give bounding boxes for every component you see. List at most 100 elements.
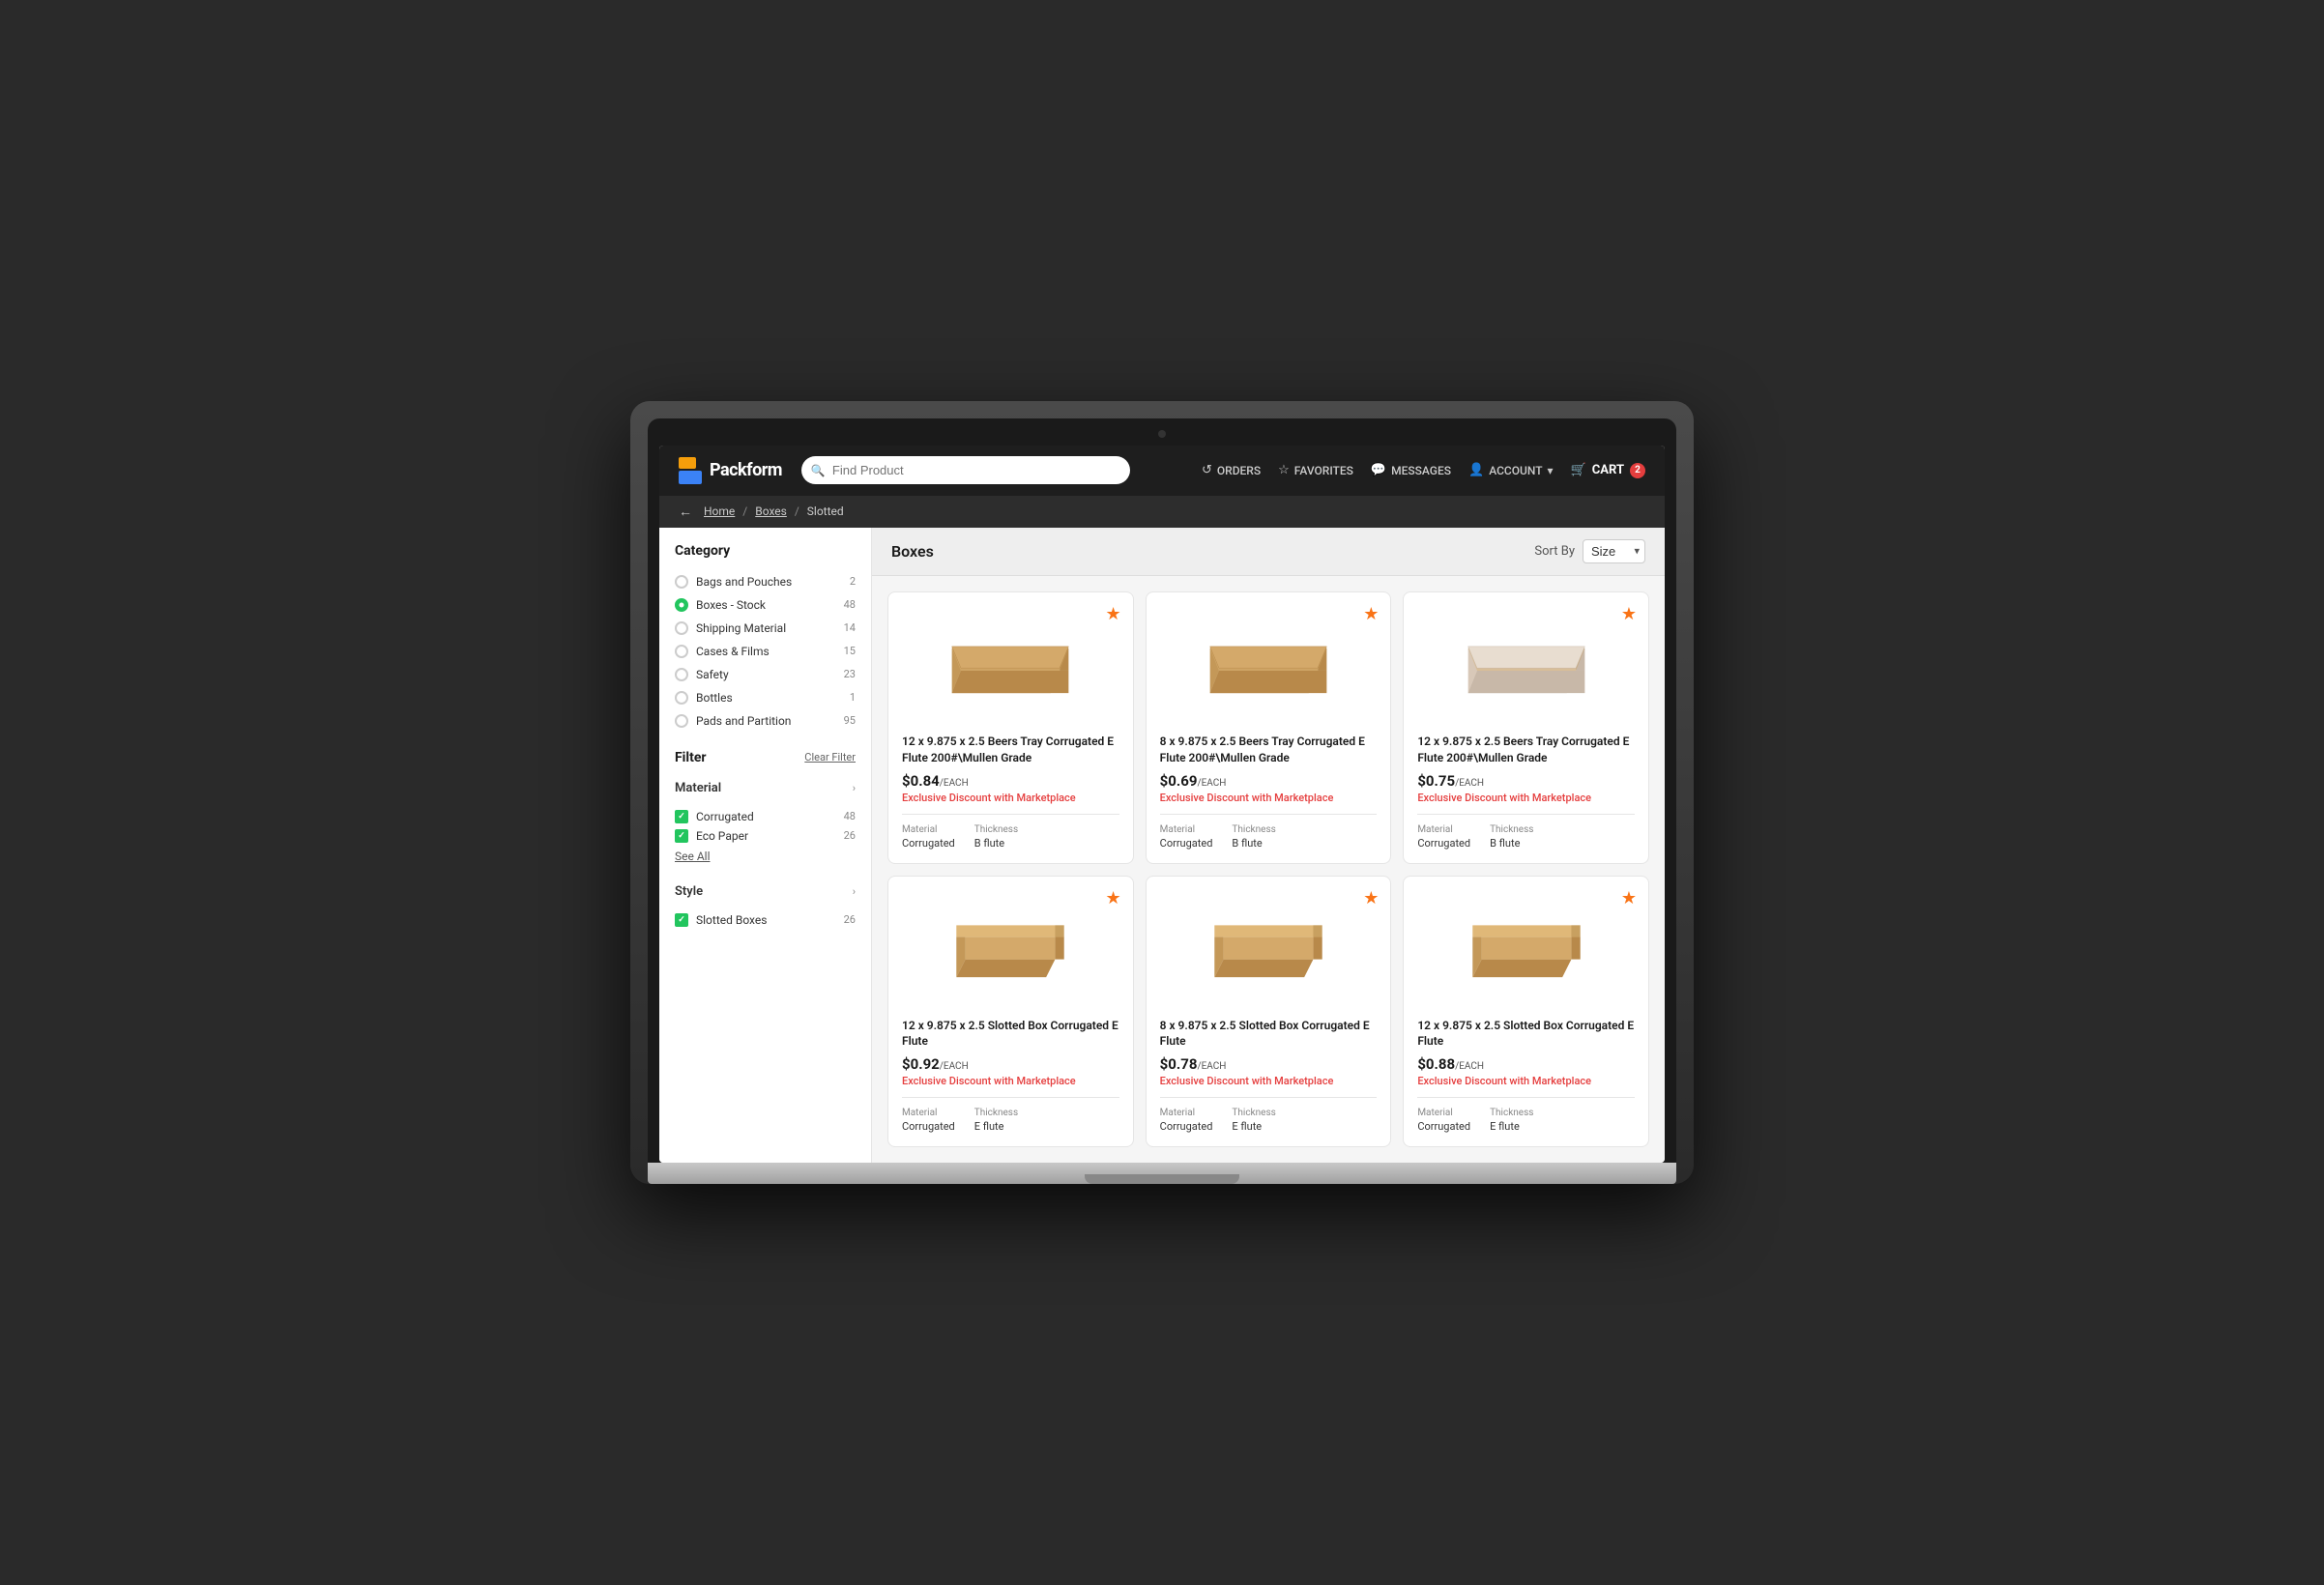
material-label: Material xyxy=(1417,824,1470,835)
product-spec-material: Material Corrugated xyxy=(1417,824,1470,850)
breadcrumb-home[interactable]: Home xyxy=(704,504,735,518)
product-spec-thickness: Thickness E flute xyxy=(1232,1108,1275,1133)
nav-cart[interactable]: 🛒 CART 2 xyxy=(1571,463,1645,478)
category-radio xyxy=(675,668,688,681)
product-specs: MaterialCorrugatedThicknessB flute xyxy=(1160,824,1378,850)
material-filter: Material › Corrugated 48 Eco Paper26 See A… xyxy=(675,777,856,867)
category-item[interactable]: Bags and Pouches2 xyxy=(675,570,856,593)
favorites-icon: ☆ xyxy=(1278,463,1290,477)
favorite-star-icon[interactable]: ★ xyxy=(1621,888,1637,908)
product-card[interactable]: ★12 x 9.875 x 2.5 Beers Tray Corrugated … xyxy=(887,591,1134,864)
account-chevron-icon: ▾ xyxy=(1548,464,1554,477)
products-header: Boxes Sort By Size Price Name xyxy=(872,528,1665,576)
material-label: Material xyxy=(902,824,955,835)
product-price: $0.88/EACH xyxy=(1417,1055,1635,1073)
clear-filter-button[interactable]: Clear Filter xyxy=(804,751,856,764)
logo-icon xyxy=(679,457,702,484)
logo[interactable]: Packform xyxy=(679,457,782,484)
cart-label: CART xyxy=(1592,463,1624,477)
nav-orders[interactable]: ↺ ORDERS xyxy=(1202,463,1261,477)
product-price: $0.84/EACH xyxy=(902,772,1119,790)
category-name: Cases & Films xyxy=(696,645,836,658)
product-specs: MaterialCorrugatedThicknessB flute xyxy=(1417,824,1635,850)
material-label: Material xyxy=(1160,1108,1213,1118)
main-content: Category Bags and Pouches2Boxes - Stock4… xyxy=(659,528,1665,1163)
product-card[interactable]: ★12 x 9.875 x 2.5 Beers Tray Corrugated … xyxy=(1403,591,1649,864)
filter-option-count: 48 xyxy=(844,810,856,822)
category-item[interactable]: Pads and Partition95 xyxy=(675,709,856,733)
product-image xyxy=(1160,890,1378,1006)
products-grid: ★12 x 9.875 x 2.5 Beers Tray Corrugated … xyxy=(872,576,1665,1163)
thickness-value: E flute xyxy=(1232,1120,1275,1133)
style-filter-header[interactable]: Style › xyxy=(675,880,856,903)
favorite-star-icon[interactable]: ★ xyxy=(1621,604,1637,624)
favorite-star-icon[interactable]: ★ xyxy=(1363,888,1379,908)
product-image xyxy=(1417,890,1635,1006)
category-name: Safety xyxy=(696,668,836,681)
category-count: 95 xyxy=(844,714,856,727)
category-radio xyxy=(675,714,688,728)
filter-option[interactable]: Corrugated 48 xyxy=(675,807,856,826)
orders-icon: ↺ xyxy=(1202,463,1212,477)
material-value: Corrugated xyxy=(1417,1120,1470,1133)
material-value: Corrugated xyxy=(1417,837,1470,850)
product-spec-thickness: ThicknessB flute xyxy=(974,824,1018,850)
favorite-star-icon[interactable]: ★ xyxy=(1106,888,1121,908)
category-item[interactable]: Shipping Material14 xyxy=(675,617,856,640)
category-item[interactable]: Cases & Films 15 xyxy=(675,640,856,663)
product-spec-material: MaterialCorrugated xyxy=(1160,824,1213,850)
favorite-star-icon[interactable]: ★ xyxy=(1106,604,1121,624)
category-item[interactable]: Bottles1 xyxy=(675,686,856,709)
category-count: 2 xyxy=(850,575,856,588)
category-radio xyxy=(675,598,688,612)
filter-option[interactable]: Slotted Boxes26 xyxy=(675,910,856,930)
filter-option-name: Corrugated xyxy=(696,810,836,823)
category-radio xyxy=(675,575,688,589)
product-card[interactable]: ★8 x 9.875 x 2.5 Beers Tray Corrugated E… xyxy=(1146,591,1392,864)
breadcrumb-sep-1: / xyxy=(742,504,747,518)
category-count: 15 xyxy=(844,645,856,657)
product-spec-thickness: ThicknessE flute xyxy=(974,1108,1018,1133)
thickness-label: Thickness xyxy=(1232,1108,1275,1118)
search-bar[interactable]: 🔍 xyxy=(801,456,1130,484)
product-image xyxy=(1417,606,1635,722)
nav-account[interactable]: 👤 ACCOUNT ▾ xyxy=(1468,463,1554,477)
category-radio xyxy=(675,691,688,705)
filter-header: Filter Clear Filter xyxy=(675,750,856,765)
material-value: Corrugated xyxy=(1160,837,1213,850)
category-name: Boxes - Stock xyxy=(696,598,836,612)
product-discount: Exclusive Discount with Marketplace xyxy=(1417,1075,1635,1087)
product-price: $0.92/EACH xyxy=(902,1055,1119,1073)
product-price: $0.75/EACH xyxy=(1417,772,1635,790)
search-input[interactable] xyxy=(801,456,1130,484)
nav-messages[interactable]: 💬 MESSAGES xyxy=(1371,463,1451,477)
category-count: 1 xyxy=(850,691,856,704)
products-area: Boxes Sort By Size Price Name xyxy=(872,528,1665,1163)
see-all-button[interactable]: See All xyxy=(675,846,856,867)
back-button[interactable]: ← xyxy=(679,504,692,520)
breadcrumb-boxes[interactable]: Boxes xyxy=(755,504,787,518)
product-image xyxy=(902,890,1119,1006)
products-title: Boxes xyxy=(891,542,934,561)
nav-favorites[interactable]: ☆ FAVORITES xyxy=(1278,463,1353,477)
product-card[interactable]: ★8 x 9.875 x 2.5 Slotted Box Corrugated … xyxy=(1146,876,1392,1148)
style-filter: Style › Slotted Boxes26 xyxy=(675,880,856,930)
product-card[interactable]: ★12 x 9.875 x 2.5 Slotted Box Corrugated… xyxy=(1403,876,1649,1148)
filter-option[interactable]: Eco Paper26 xyxy=(675,826,856,846)
thickness-value: E flute xyxy=(974,1120,1018,1133)
sort-select-wrap[interactable]: Size Price Name xyxy=(1583,539,1645,563)
divider xyxy=(1160,814,1378,815)
product-spec-thickness: ThicknessE flute xyxy=(1490,1108,1533,1133)
filter-option-name: Slotted Boxes xyxy=(696,913,836,927)
sort-select[interactable]: Size Price Name xyxy=(1583,539,1645,563)
divider xyxy=(902,814,1119,815)
category-title: Category xyxy=(675,543,856,559)
product-card[interactable]: ★12 x 9.875 x 2.5 Slotted Box Corrugated… xyxy=(887,876,1134,1148)
material-filter-header[interactable]: Material › xyxy=(675,777,856,799)
category-item[interactable]: Safety23 xyxy=(675,663,856,686)
material-options: Corrugated 48 Eco Paper26 xyxy=(675,807,856,846)
thickness-value: B flute xyxy=(1232,837,1275,850)
favorite-star-icon[interactable]: ★ xyxy=(1363,604,1379,624)
category-item[interactable]: Boxes - Stock48 xyxy=(675,593,856,617)
divider xyxy=(1417,814,1635,815)
